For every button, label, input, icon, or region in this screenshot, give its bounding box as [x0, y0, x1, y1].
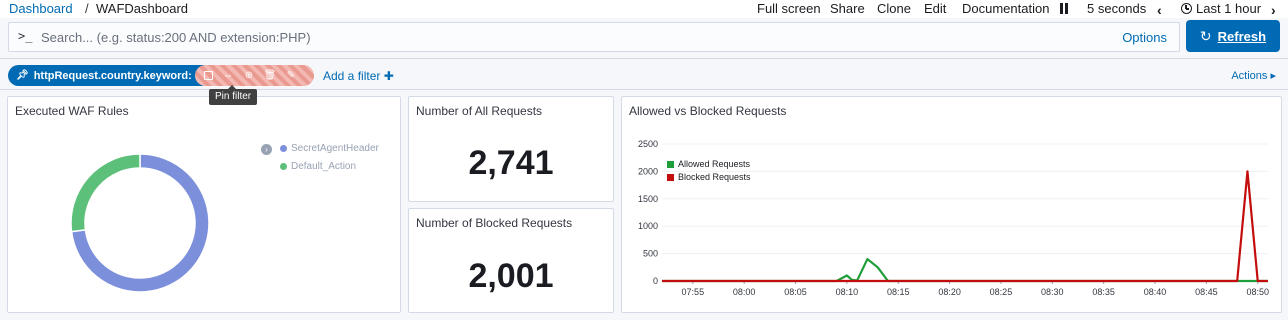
actions-link[interactable]: Actions ▸: [1231, 69, 1276, 82]
filter-pill-label: httpRequest.country.keyword: "IN": [33, 69, 217, 82]
breadcrumb-dashboard[interactable]: Dashboard: [9, 1, 73, 16]
x-tick-label: 08:35: [1092, 287, 1115, 297]
legend-label: Allowed Requests: [678, 159, 751, 169]
panel-title: Executed WAF Rules: [15, 104, 129, 118]
x-tick-label: 08:45: [1195, 287, 1218, 297]
x-tick-label: 08:00: [733, 287, 756, 297]
x-tick-label: 08:25: [990, 287, 1013, 297]
line-chart: 0 500 1000 1500 2000 2500 07:55 08:00 08:05 08:10…: [638, 139, 1269, 297]
metric-value: 2,741: [468, 144, 554, 182]
clone-link[interactable]: Clone: [877, 1, 911, 16]
donut-slice: [70, 153, 141, 233]
full-screen-link[interactable]: Full screen: [757, 1, 821, 16]
legend-item-default-action[interactable]: Default_Action: [280, 161, 356, 172]
legend-label: SecretAgentHeader: [291, 143, 379, 154]
x-tick-label: 08:30: [1041, 287, 1064, 297]
legend-swatch: [667, 173, 674, 181]
edit-icon[interactable]: ✎: [285, 70, 297, 82]
share-link[interactable]: Share: [830, 1, 865, 16]
refresh-icon: ↻: [1199, 27, 1212, 44]
blocked-requests-panel: Number of Blocked Requests 2,001: [408, 208, 614, 313]
legend-label: Default_Action: [291, 161, 357, 172]
edit-link[interactable]: Edit: [924, 1, 946, 16]
x-tick-label: 08:10: [836, 287, 859, 297]
refresh-label: Refresh: [1217, 28, 1267, 44]
trash-icon[interactable]: 🗑︎: [264, 70, 277, 82]
pause-icon[interactable]: [1059, 3, 1070, 14]
breadcrumb-separator: /: [85, 1, 89, 16]
y-tick-label: 1500: [638, 194, 658, 204]
x-tick-label: 08:50: [1246, 287, 1269, 297]
pin-filter-icon[interactable]: ⇔: [222, 70, 234, 82]
x-tick-label: 08:05: [784, 287, 807, 297]
waf-rules-panel: Executed WAF Rules › SecretAgentHeader D…: [7, 96, 401, 313]
metric-value: 2,001: [468, 257, 554, 295]
all-requests-panel: Number of All Requests 2,741: [408, 96, 614, 202]
time-range-picker[interactable]: Last 1 hour: [1196, 1, 1261, 16]
chevron-left-icon[interactable]: ‹: [1157, 2, 1162, 18]
legend-item-secret-agent-header[interactable]: SecretAgentHeader: [280, 143, 379, 154]
toggle-filter-icon[interactable]: [204, 71, 213, 80]
legend-label: Blocked Requests: [678, 172, 751, 182]
query-bar: >_ Options: [8, 22, 1180, 52]
y-tick-label: 1000: [638, 221, 658, 231]
legend-dot: [280, 163, 287, 170]
pin-filter-tooltip: Pin filter: [209, 85, 258, 105]
y-tick-label: 500: [643, 249, 658, 259]
clock-icon[interactable]: [1181, 3, 1192, 14]
series-line: [662, 257, 1268, 283]
x-tick-label: 08:40: [1144, 287, 1167, 297]
chart-legend-blocked[interactable]: Blocked Requests: [667, 172, 751, 182]
panel-title: Number of Blocked Requests: [416, 216, 573, 230]
refresh-interval[interactable]: 5 seconds: [1087, 1, 1146, 16]
breadcrumb-current: WAFDashboard: [96, 1, 188, 16]
chevron-right-icon[interactable]: ›: [1271, 2, 1276, 18]
allowed-vs-blocked-panel: Allowed vs Blocked Requests 0 500 1000 1500…: [621, 96, 1282, 313]
options-link[interactable]: Options: [1122, 30, 1167, 45]
donut-chart: [70, 153, 210, 293]
filter-actions: ⇔ ⊕ 🗑︎ ✎: [195, 65, 314, 86]
x-tick-label: 08:20: [938, 287, 961, 297]
chart-legend-allowed[interactable]: Allowed Requests: [667, 159, 750, 169]
search-input[interactable]: [39, 27, 1119, 47]
legend-dot: [280, 145, 287, 152]
x-tick-label: 08:15: [887, 287, 910, 297]
y-tick-label: 2000: [638, 166, 658, 176]
refresh-button[interactable]: ↻ Refresh: [1186, 20, 1280, 52]
filter-pill[interactable]: 📌︎ httpRequest.country.keyword: "IN": [8, 65, 225, 86]
y-tick-label: 2500: [638, 139, 658, 149]
y-tick-label: 0: [653, 276, 658, 286]
magnify-icon[interactable]: ⊕: [243, 70, 255, 82]
query-prompt-icon: >_: [18, 29, 33, 43]
pin-icon: 📌︎: [16, 70, 29, 81]
x-tick-label: 07:55: [682, 287, 705, 297]
legend-swatch: [667, 160, 674, 168]
legend-toggle-icon[interactable]: ›: [261, 144, 272, 155]
panel-title: Number of All Requests: [416, 104, 543, 118]
add-filter-link[interactable]: Add a filter ✚: [323, 69, 394, 83]
top-nav: Dashboard / WAFDashboard Full screen Sha…: [0, 0, 1288, 18]
filter-bar: 📌︎ httpRequest.country.keyword: "IN" ⇔ ⊕…: [0, 58, 1288, 90]
documentation-link[interactable]: Documentation: [962, 1, 1049, 16]
